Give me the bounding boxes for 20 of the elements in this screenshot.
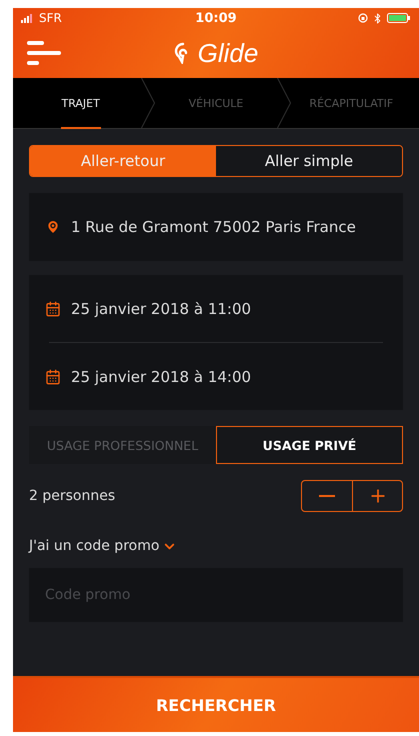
promo-code-toggle[interactable]: J'ai un code promo bbox=[29, 538, 178, 554]
date-time-text[interactable]: 25 janvier 2018 à 11:00 bbox=[71, 300, 252, 318]
app-title: Glide bbox=[198, 38, 258, 68]
clock-time: 10:09 bbox=[195, 10, 237, 26]
minus-icon bbox=[319, 495, 335, 497]
bluetooth-icon bbox=[372, 12, 383, 24]
lock-rotation-icon bbox=[358, 13, 368, 23]
location-pin-icon bbox=[45, 219, 61, 235]
calendar-icon bbox=[45, 368, 61, 384]
calendar-icon bbox=[45, 300, 61, 316]
menu-icon[interactable] bbox=[27, 41, 63, 65]
signal-icon bbox=[21, 14, 35, 22]
trip-type-tab[interactable]: Aller simple bbox=[216, 146, 402, 176]
step-tab[interactable]: TRAJET bbox=[13, 78, 148, 128]
passenger-count: 2 personnes bbox=[29, 488, 116, 504]
usage-tab[interactable]: USAGE PRIVÉ bbox=[216, 426, 403, 464]
carrier-label: SFR bbox=[39, 11, 62, 25]
promo-code-field[interactable]: Code promo bbox=[29, 568, 403, 622]
date-time-text[interactable]: 25 janvier 2018 à 14:00 bbox=[71, 368, 252, 386]
battery-icon bbox=[386, 13, 411, 23]
